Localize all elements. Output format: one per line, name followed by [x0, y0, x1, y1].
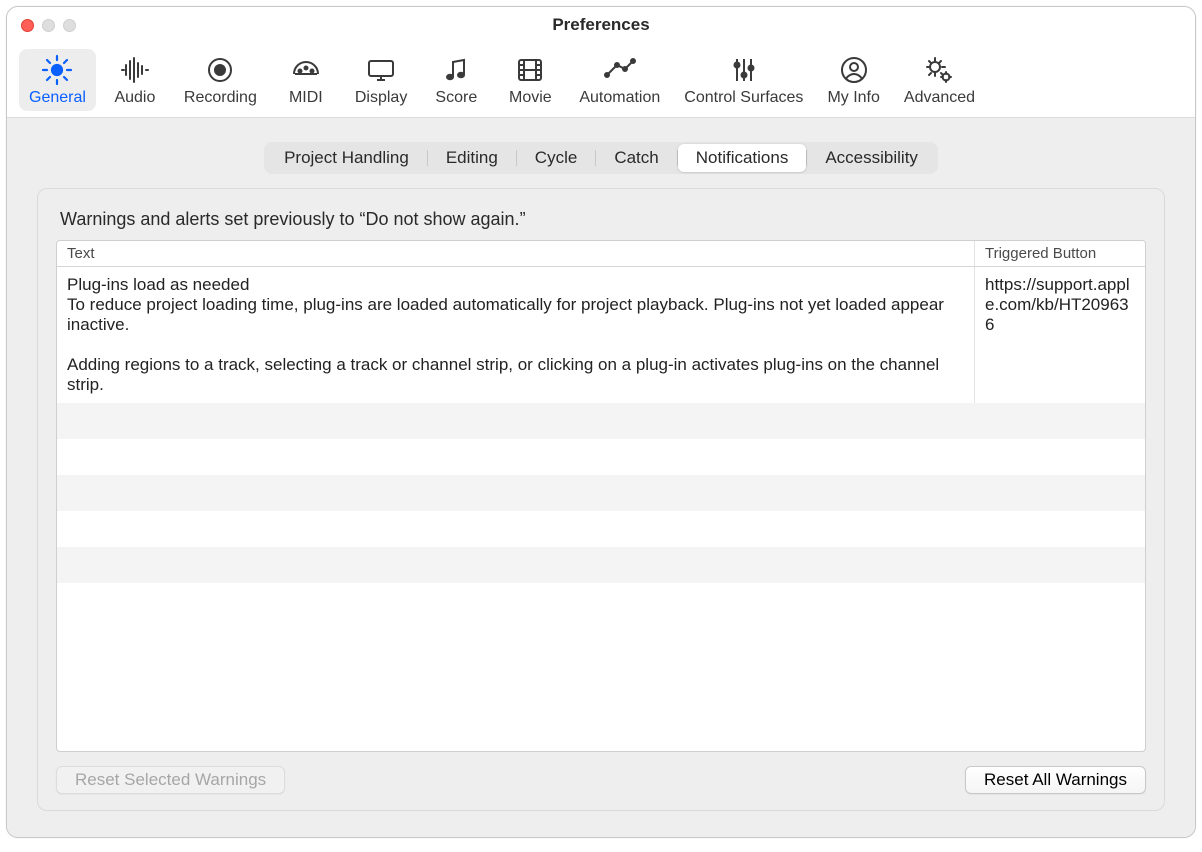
toolbar-label: Audio [114, 89, 155, 107]
midi-port-icon [289, 53, 323, 87]
toolbar-label: My Info [827, 89, 879, 107]
zoom-window-button[interactable] [63, 19, 76, 32]
toolbar-item-midi[interactable]: MIDI [271, 49, 341, 111]
cell-text: Plug-ins load as needed To reduce projec… [57, 267, 975, 403]
sliders-icon [727, 53, 761, 87]
close-window-button[interactable] [21, 19, 34, 32]
table-body[interactable]: Plug-ins load as needed To reduce projec… [57, 267, 1145, 751]
toolbar-item-my-info[interactable]: My Info [817, 49, 889, 111]
table-row[interactable] [57, 583, 1145, 619]
tab-cycle[interactable]: Cycle [517, 144, 596, 172]
toolbar-item-automation[interactable]: Automation [569, 49, 670, 111]
gear-icon [40, 53, 74, 87]
toolbar-label: Advanced [904, 89, 975, 107]
table-row[interactable] [57, 403, 1145, 439]
column-header-text[interactable]: Text [57, 241, 975, 266]
toolbar-item-control-surfaces[interactable]: Control Surfaces [674, 49, 813, 111]
toolbar-label: Movie [509, 89, 552, 107]
tab-project-handling[interactable]: Project Handling [266, 144, 427, 172]
titlebar: Preferences [7, 7, 1195, 43]
cell-triggered: https://support.apple.com/kb/HT209636 [975, 267, 1145, 403]
toolbar-label: Recording [184, 89, 257, 107]
tab-notifications[interactable]: Notifications [678, 144, 807, 172]
warnings-table[interactable]: Text Triggered Button Plug-ins load as n… [56, 240, 1146, 752]
toolbar-item-score[interactable]: Score [421, 49, 491, 111]
toolbar-label: Automation [579, 89, 660, 107]
table-row[interactable]: Plug-ins load as needed To reduce projec… [57, 267, 1145, 403]
table-row[interactable] [57, 439, 1145, 475]
panel-description: Warnings and alerts set previously to “D… [60, 209, 1146, 230]
table-row[interactable] [57, 475, 1145, 511]
window-title: Preferences [7, 15, 1195, 35]
minimize-window-button[interactable] [42, 19, 55, 32]
music-notes-icon [439, 53, 473, 87]
display-icon [364, 53, 398, 87]
waveform-icon [118, 53, 152, 87]
toolbar-label: Control Surfaces [684, 89, 803, 107]
table-row[interactable] [57, 547, 1145, 583]
notifications-panel: Warnings and alerts set previously to “D… [37, 188, 1165, 811]
toolbar-item-movie[interactable]: Movie [495, 49, 565, 111]
button-row: Reset Selected Warnings Reset All Warnin… [56, 766, 1146, 794]
film-icon [513, 53, 547, 87]
table-row[interactable] [57, 511, 1145, 547]
table-header: Text Triggered Button [57, 241, 1145, 267]
gears-icon [922, 53, 956, 87]
automation-curve-icon [603, 53, 637, 87]
record-icon [203, 53, 237, 87]
reset-all-warnings-button[interactable]: Reset All Warnings [965, 766, 1146, 794]
toolbar-label: MIDI [289, 89, 323, 107]
toolbar-item-general[interactable]: General [19, 49, 96, 111]
window-controls [21, 19, 76, 32]
tab-catch[interactable]: Catch [596, 144, 676, 172]
toolbar-item-audio[interactable]: Audio [100, 49, 170, 111]
person-circle-icon [837, 53, 871, 87]
preferences-window: Preferences General Audio [6, 6, 1196, 838]
toolbar-label: General [29, 89, 86, 107]
content-area: Project Handling Editing Cycle Catch Not… [7, 118, 1195, 837]
toolbar-label: Score [435, 89, 477, 107]
toolbar-label: Display [355, 89, 407, 107]
reset-selected-warnings-button[interactable]: Reset Selected Warnings [56, 766, 285, 794]
general-subtabs: Project Handling Editing Cycle Catch Not… [264, 142, 938, 174]
toolbar-item-recording[interactable]: Recording [174, 49, 267, 111]
toolbar-item-advanced[interactable]: Advanced [894, 49, 985, 111]
tab-editing[interactable]: Editing [428, 144, 516, 172]
column-header-triggered[interactable]: Triggered Button [975, 241, 1145, 266]
toolbar-item-display[interactable]: Display [345, 49, 417, 111]
tab-accessibility[interactable]: Accessibility [807, 144, 936, 172]
preferences-toolbar: General Audio Recording [7, 43, 1195, 118]
